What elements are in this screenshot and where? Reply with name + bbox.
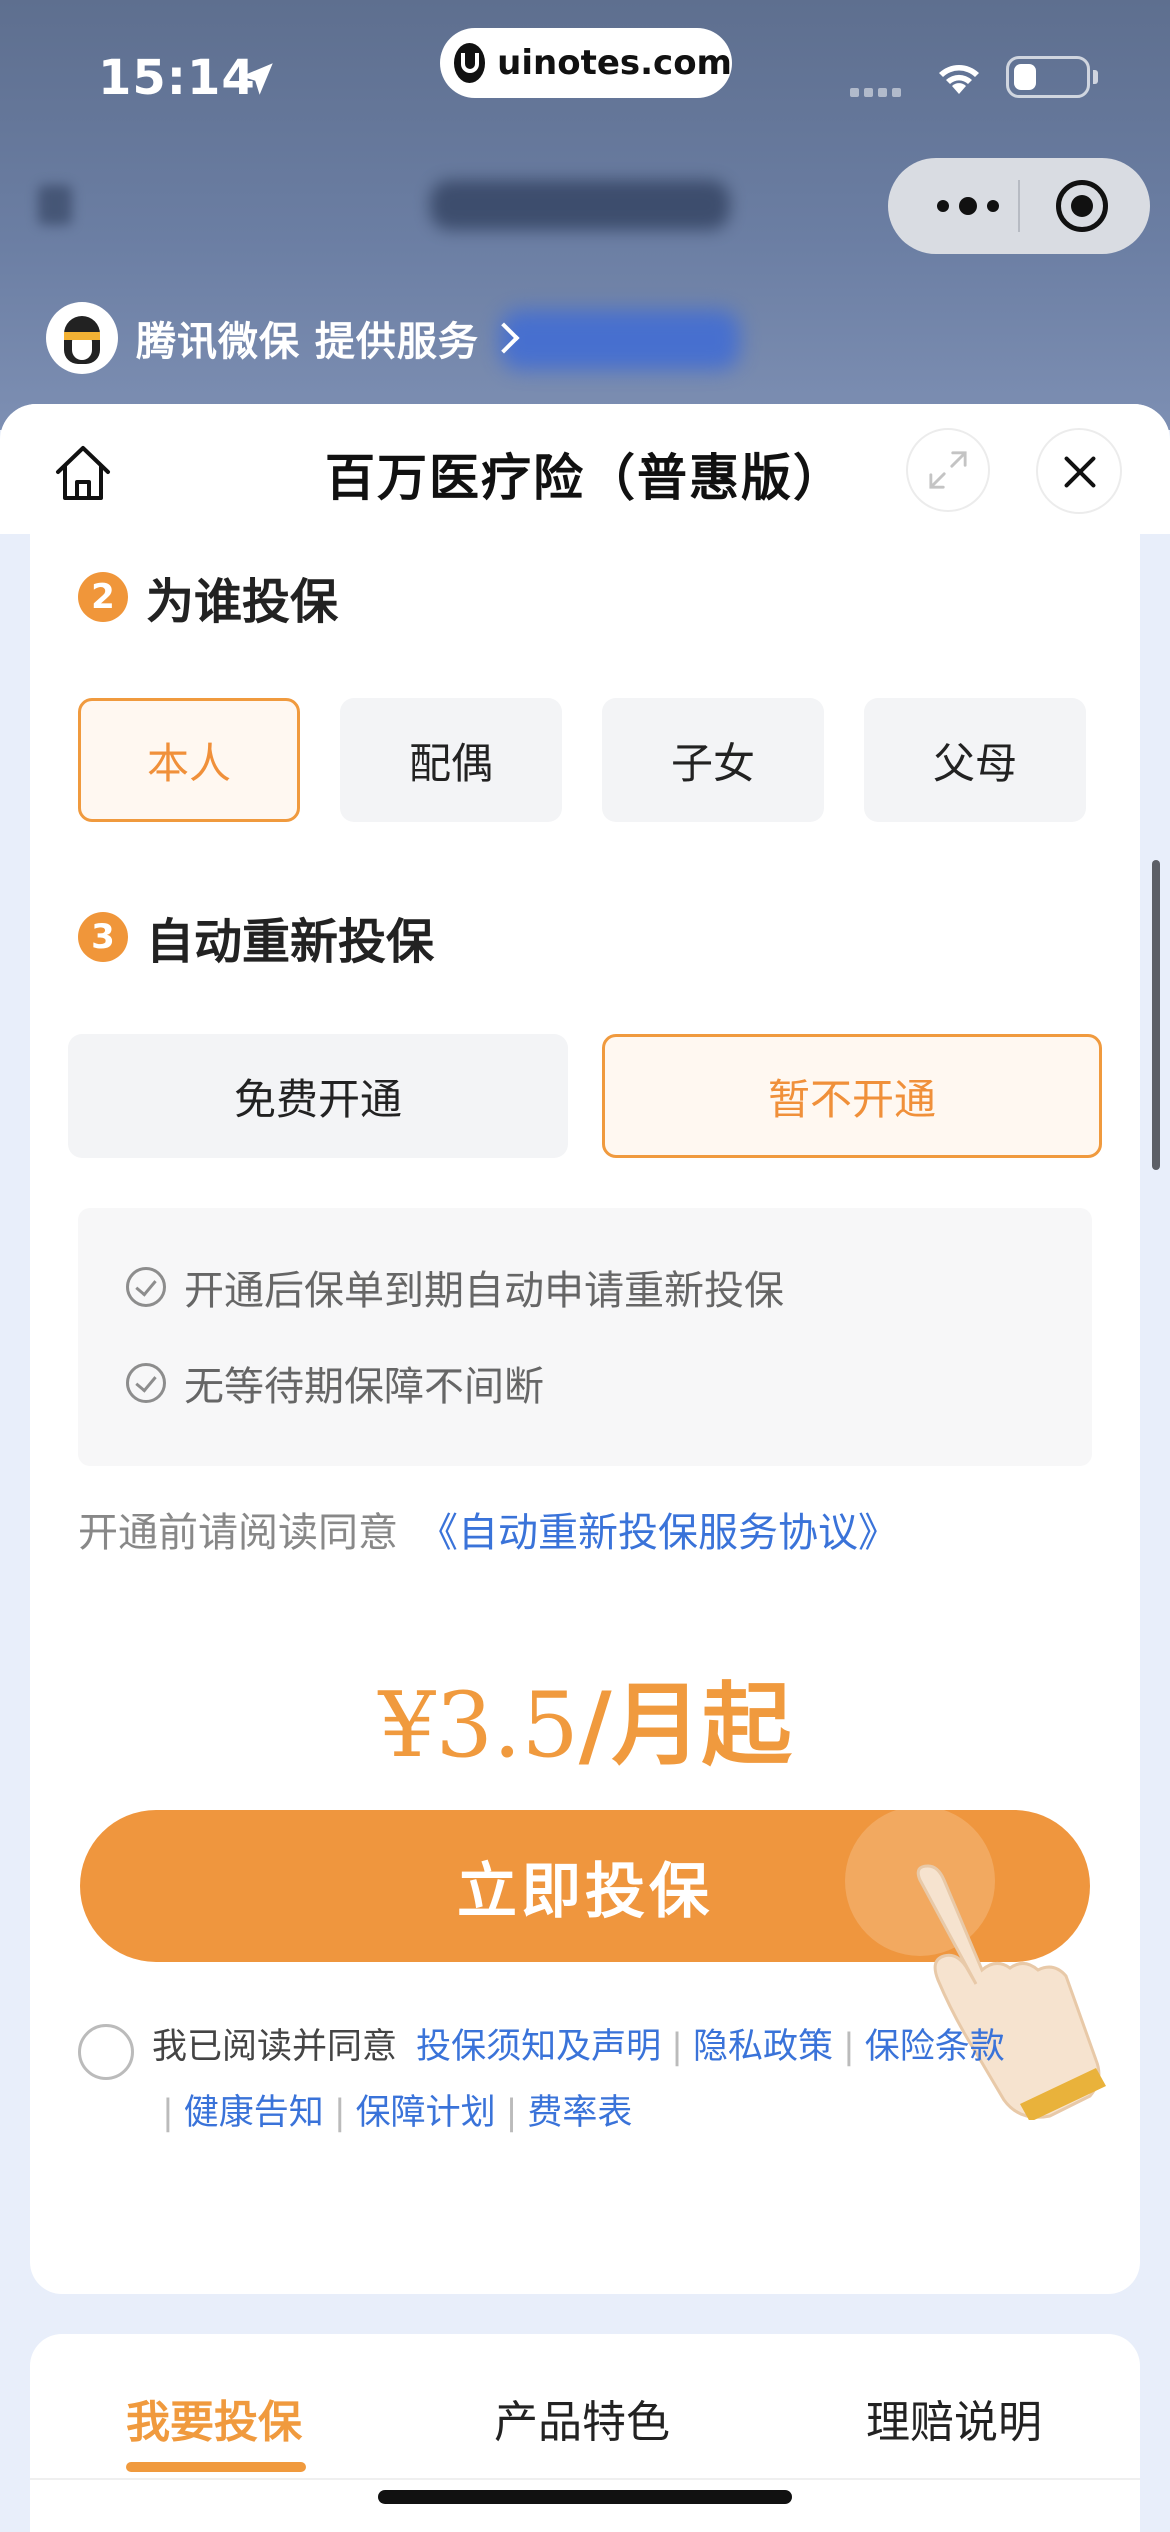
tab-claims[interactable]: 理赔说明: [866, 2386, 1042, 2450]
host-banner-blurred: [500, 310, 740, 370]
agreement-prefix: 开通前请阅读同意: [78, 1510, 398, 1556]
section-title-text: 为谁投保: [146, 574, 339, 630]
option-enable-renew[interactable]: 免费开通: [68, 1034, 568, 1158]
price-unit: /月起: [578, 1673, 792, 1778]
check-circle-icon: [126, 1267, 166, 1307]
benefit-text: 开通后保单到期自动申请重新投保: [184, 1268, 784, 1314]
price-amount: ¥3.5: [378, 1673, 579, 1778]
terms-separator: |: [333, 2093, 346, 2133]
step-number-badge: 2: [78, 572, 128, 622]
close-icon[interactable]: [1036, 428, 1122, 514]
form-card: 2 为谁投保 本人 配偶 子女 父母 3 自动重新投保 免费开通 暂不开通 开通…: [30, 534, 1140, 2294]
terms-link-notice[interactable]: 投保须知及声明: [416, 2027, 661, 2067]
battery-tip: [1093, 70, 1098, 84]
capsule-divider: [1018, 180, 1020, 232]
penguin-logo-icon: [46, 302, 118, 374]
terms-link-plan[interactable]: 保障计划: [356, 2093, 496, 2133]
close-miniprogram-icon[interactable]: [1056, 180, 1108, 232]
renew-benefits-box: 开通后保单到期自动申请重新投保 无等待期保障不间断: [78, 1208, 1092, 1466]
bottom-sheet: 百万医疗险（普惠版） 2 为谁投保 本人 配偶 子女 父母 3 自动重新投保 免…: [0, 404, 1170, 2532]
option-parents[interactable]: 父母: [864, 698, 1086, 822]
tab-divider: [30, 2478, 1140, 2480]
renew-agreement-line: 开通前请阅读同意 《自动重新投保服务协议》: [78, 1500, 898, 1558]
benefit-item: 开通后保单到期自动申请重新投保: [126, 1258, 784, 1316]
host-title-blurred: [430, 180, 730, 230]
provider-link[interactable]: 腾讯微保 提供服务: [46, 302, 520, 374]
check-circle-icon: [126, 1363, 166, 1403]
price-label: ¥3.5/月起: [30, 1652, 1140, 1782]
cellular-signal-icon: [850, 88, 910, 98]
step-number-badge: 3: [78, 912, 128, 962]
url-text: uinotes.com: [497, 43, 732, 83]
more-menu-icon[interactable]: [918, 158, 1018, 254]
sheet-title: 百万医疗险（普惠版）: [325, 449, 845, 507]
terms-link-privacy[interactable]: 隐私政策: [693, 2027, 833, 2067]
terms-link-clauses[interactable]: 保险条款: [865, 2027, 1005, 2067]
active-tab-indicator: [126, 2462, 306, 2472]
url-pill: uinotes.com: [440, 28, 732, 98]
status-bar: 15:14 uinotes.com: [0, 0, 1170, 150]
section-insured-title: 2 为谁投保: [78, 562, 338, 632]
expand-icon[interactable]: [906, 428, 990, 512]
status-time: 15:14: [98, 50, 256, 106]
tab-features[interactable]: 产品特色: [494, 2386, 670, 2450]
chevron-right-icon: [488, 322, 520, 354]
section-renew-title: 3 自动重新投保: [78, 902, 434, 972]
terms-separator: |: [505, 2093, 518, 2133]
benefit-item: 无等待期保障不间断: [126, 1354, 544, 1412]
agree-checkbox[interactable]: [78, 2024, 134, 2080]
terms-text: 我已阅读并同意 投保须知及声明 | 隐私政策 | 保险条款 | 健康告知 | 保障计划 | 费率表: [78, 2014, 1098, 2146]
uinotes-logo-icon: [454, 43, 486, 83]
benefit-text: 无等待期保障不间断: [184, 1364, 544, 1410]
sheet-header: 百万医疗险（普惠版）: [0, 404, 1170, 534]
location-arrow-icon: [241, 63, 273, 95]
terms-separator: |: [842, 2027, 855, 2067]
home-indicator: [378, 2490, 792, 2504]
wifi-icon: [939, 65, 979, 94]
option-self[interactable]: 本人: [78, 698, 300, 822]
terms-agreement: 我已阅读并同意 投保须知及声明 | 隐私政策 | 保险条款 | 健康告知 | 保障计划 | 费率表: [78, 2014, 1098, 2146]
option-children[interactable]: 子女: [602, 698, 824, 822]
miniprogram-capsule: [888, 158, 1150, 254]
terms-link-rates[interactable]: 费率表: [527, 2093, 632, 2133]
terms-link-health[interactable]: 健康告知: [184, 2093, 324, 2133]
battery-level: [1014, 64, 1036, 90]
terms-separator: |: [671, 2027, 683, 2067]
terms-prefix: 我已阅读并同意: [152, 2027, 398, 2067]
tab-buy[interactable]: 我要投保: [126, 2386, 302, 2450]
provider-text: 腾讯微保 提供服务: [136, 319, 479, 365]
renew-agreement-link[interactable]: 《自动重新投保服务协议》: [418, 1510, 898, 1556]
section-title-text: 自动重新投保: [146, 914, 435, 970]
terms-separator: |: [162, 2093, 174, 2133]
battery-icon: [1006, 56, 1090, 98]
option-spouse[interactable]: 配偶: [340, 698, 562, 822]
option-skip-renew[interactable]: 暂不开通: [602, 1034, 1102, 1158]
scrollbar[interactable]: [1152, 860, 1160, 1170]
host-back-arrow-blurred: [38, 185, 72, 225]
